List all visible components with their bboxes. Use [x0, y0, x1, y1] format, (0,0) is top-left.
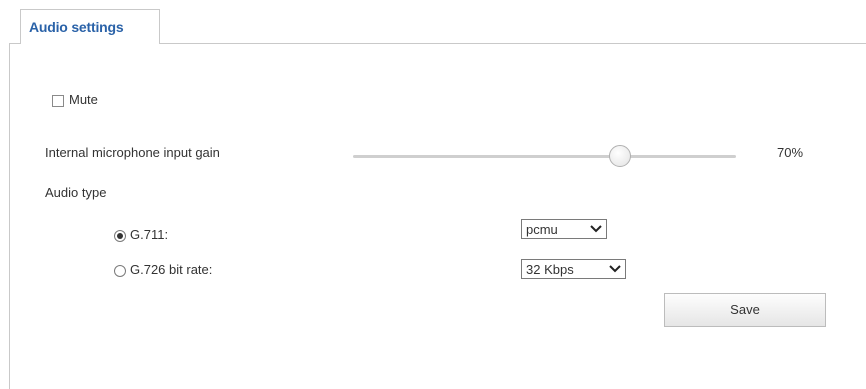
g726-bitrate-select[interactable]: 32 Kbps: [521, 259, 626, 279]
g726-bitrate-value: 32 Kbps: [526, 262, 574, 277]
save-button[interactable]: Save: [664, 293, 826, 327]
gain-slider-track[interactable]: [353, 155, 736, 158]
radio-g711[interactable]: [114, 230, 126, 242]
g711-codec-select[interactable]: pcmu: [521, 219, 607, 239]
radio-g726[interactable]: [114, 265, 126, 277]
mute-label: Mute: [69, 92, 98, 107]
tab-label: Audio settings: [29, 19, 124, 35]
g711-codec-value: pcmu: [526, 222, 558, 237]
gain-value: 70%: [777, 145, 804, 160]
g711-label: G.711:: [130, 227, 169, 242]
g726-label: G.726 bit rate:: [130, 262, 213, 277]
chevron-down-icon: [590, 225, 602, 233]
gain-label: Internal microphone input gain: [45, 145, 220, 160]
audio-type-label: Audio type: [45, 185, 107, 200]
gain-slider-thumb[interactable]: [609, 145, 631, 167]
tab-audio-settings[interactable]: Audio settings: [20, 9, 160, 44]
audio-settings-panel: [9, 43, 866, 389]
mute-checkbox[interactable]: [52, 95, 64, 107]
chevron-down-icon: [609, 265, 621, 273]
